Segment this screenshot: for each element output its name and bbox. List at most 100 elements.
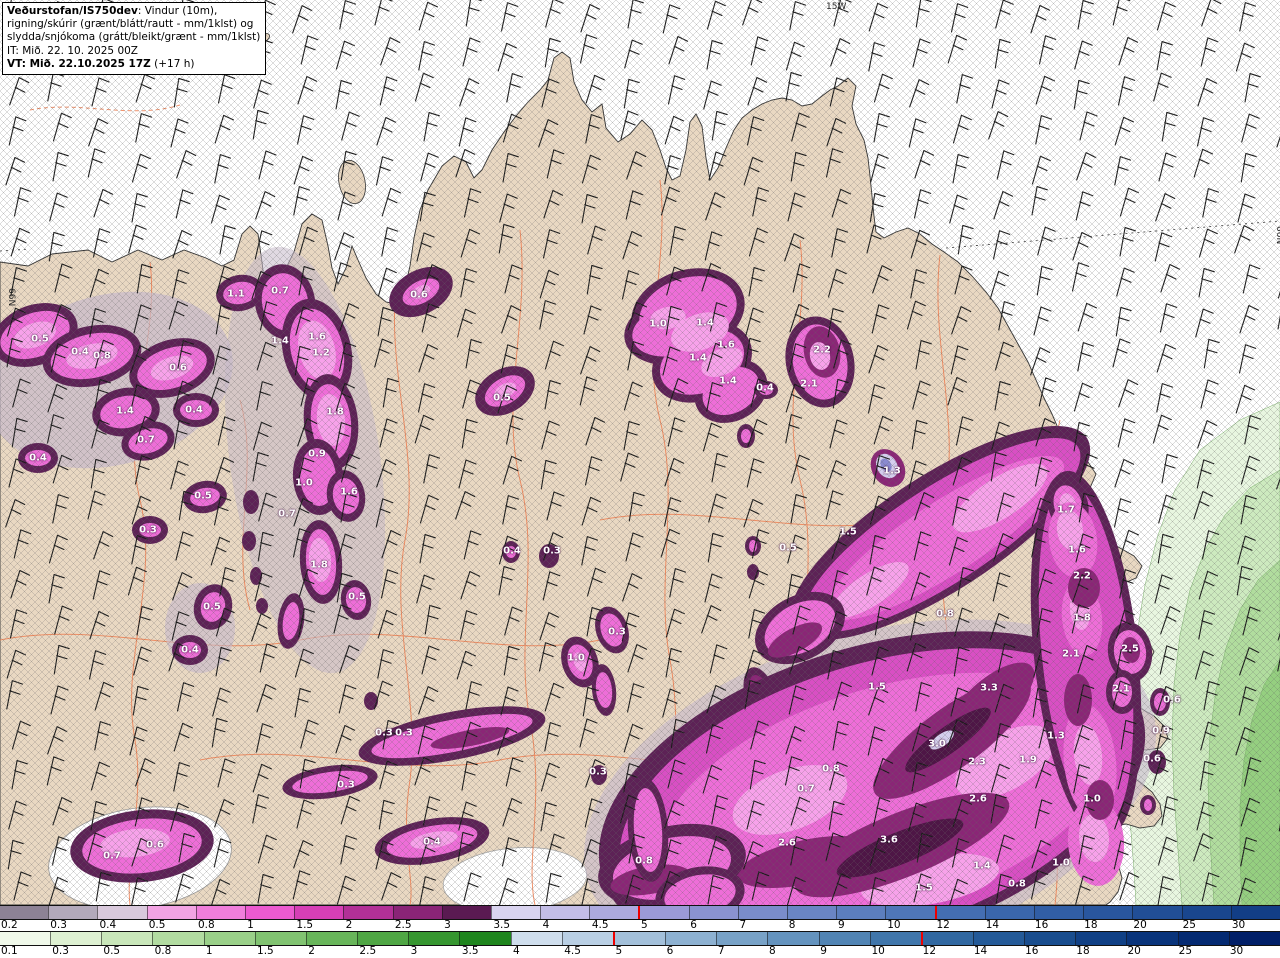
colorbar-tick-label: 12 bbox=[936, 919, 950, 931]
colorbar-cell bbox=[203, 932, 255, 945]
colorbar-cell bbox=[984, 906, 1034, 919]
colorbar-tick-label: 25 bbox=[1178, 945, 1193, 957]
colorbar-cell bbox=[665, 932, 717, 945]
colorbar-tick-label: 0.1 bbox=[1, 945, 18, 957]
legend-line-2: rigning/skúrir (grænt/blátt/rautt - mm/1… bbox=[7, 18, 254, 31]
colorbar-tick-label: 3.5 bbox=[461, 945, 479, 957]
weather-forecast-map-screen: 15W 66N 66N 0.5 0.4 0.8 0.6 1.4 0.7 0.4 0.4 0.5 0… bbox=[0, 0, 1280, 958]
colorbar-cell bbox=[357, 932, 409, 945]
colorbar-cell bbox=[490, 906, 541, 919]
colorbar-tick-label: 10 bbox=[887, 919, 901, 931]
colorbar-tick-label: 8 bbox=[788, 919, 796, 931]
colorbar-cell bbox=[0, 906, 49, 919]
colorbar-cell bbox=[920, 932, 973, 945]
colorbar-cell bbox=[1075, 932, 1127, 945]
colorbar-tick-label: 4.5 bbox=[564, 945, 581, 957]
colorbar-tick-label: 12 bbox=[922, 945, 937, 957]
colorbar-tick-label: 4.5 bbox=[591, 919, 609, 931]
colorbar-tick-label: 1 bbox=[205, 945, 213, 957]
colorbar-tick-label: 1.5 bbox=[257, 945, 274, 957]
colorbar-cell bbox=[101, 932, 153, 945]
colorbar-cell bbox=[294, 906, 344, 919]
colorbar-cell bbox=[1083, 906, 1133, 919]
colorbar-tick-label: 7 bbox=[739, 919, 747, 931]
colorbar-tick-label: 3 bbox=[410, 945, 418, 957]
colorbar-cell bbox=[50, 932, 102, 945]
colorbar-cell bbox=[1033, 906, 1084, 919]
valid-time: VT: Mið. 22.10.2025 17Z bbox=[7, 57, 151, 70]
rain-sleet-colorbar-labels: 0.2 0.3 0.4 0.5 0.8 1 1.5 2 2.5 3 3.5 4 4.5 5 6 7 8 9 10 12… bbox=[0, 920, 1280, 931]
colorbar-tick-label: 0.8 bbox=[154, 945, 172, 957]
colorbar-tick-label: 14 bbox=[985, 919, 1000, 931]
colorbar-cell bbox=[152, 932, 204, 945]
colorbar-tick-label: 9 bbox=[837, 919, 845, 931]
colorbar-tick-label: 20 bbox=[1127, 945, 1141, 957]
colorbar-cell bbox=[787, 906, 837, 919]
colorbar-cell bbox=[195, 906, 245, 919]
colorbar-cell bbox=[1177, 932, 1229, 945]
colorbar-cell bbox=[244, 906, 295, 919]
colorbar-tick-label: 5 bbox=[641, 919, 648, 931]
colorbar-cell bbox=[146, 906, 196, 919]
colorbar-cell bbox=[1181, 906, 1231, 919]
colorbar-cell bbox=[510, 932, 562, 945]
colorbar-tick-label: 30 bbox=[1229, 945, 1244, 957]
colorbar-cell bbox=[441, 906, 491, 919]
legend-line-5: VT: Mið. 22.10.2025 17Z (+17 h) bbox=[7, 57, 195, 70]
colorbar-tick-label: 6 bbox=[690, 919, 697, 931]
colorbar-tick-label: 0.8 bbox=[197, 919, 215, 931]
colorbar-tick-label: 25 bbox=[1182, 919, 1196, 931]
colorbar-cell bbox=[972, 932, 1025, 945]
colorbar-cell bbox=[767, 932, 819, 945]
colorbar-cell bbox=[1024, 932, 1076, 945]
colorbar-cell bbox=[869, 932, 921, 945]
colorbar-cell bbox=[1228, 932, 1280, 945]
colorbar-tick-label: 7 bbox=[717, 945, 725, 957]
colorbar-tick-label: 0.5 bbox=[103, 945, 121, 957]
colorbar-cell bbox=[561, 932, 613, 945]
colorbar-tick-label: 1.5 bbox=[296, 919, 314, 931]
sleet-hatch-overlay bbox=[0, 0, 1280, 905]
colorbar-tick-label: 4 bbox=[542, 919, 550, 931]
colorbar-cell bbox=[716, 932, 768, 945]
colorbar-area: 0.2 0.3 0.4 0.5 0.8 1 1.5 2 2.5 3 3.5 4 4.5 5 6 7 8 9 10 12… bbox=[0, 905, 1280, 958]
colorbar-cell bbox=[818, 932, 870, 945]
colorbar-cell bbox=[638, 906, 689, 919]
colorbar-cell bbox=[688, 906, 738, 919]
colorbar-cell bbox=[343, 906, 393, 919]
colorbar-cell bbox=[612, 932, 666, 945]
colorbar-tick-label: 16 bbox=[1025, 945, 1039, 957]
colorbar-tick-label: 9 bbox=[820, 945, 827, 957]
forecast-map: 15W 66N 66N bbox=[0, 0, 1280, 905]
colorbar-cell bbox=[1132, 906, 1182, 919]
colorbar-tick-label: 0.4 bbox=[99, 919, 117, 931]
colorbar-tick-label: 8 bbox=[769, 945, 776, 957]
colorbar-cell bbox=[459, 932, 511, 945]
colorbar-cell bbox=[934, 906, 985, 919]
snow-colorbar-labels: 0.1 0.3 0.5 0.8 1 1.5 2 2.5 3 3.5 4 4.5 5 6 7 8 9 10 12 14 1… bbox=[0, 946, 1280, 958]
colorbar-tick-label: 3.5 bbox=[493, 919, 511, 931]
colorbar-cell bbox=[589, 906, 639, 919]
colorbar-tick-label: 2.5 bbox=[394, 919, 412, 931]
colorbar-tick-label: 1 bbox=[247, 919, 254, 931]
legend-line-1: Veðurstofan/IS750dev: Vindur (10m), bbox=[7, 5, 218, 17]
rain-sleet-colorbar bbox=[0, 905, 1280, 920]
colorbar-tick-label: 6 bbox=[666, 945, 674, 957]
colorbar-tick-label: 2 bbox=[308, 945, 315, 957]
colorbar-cell bbox=[408, 932, 460, 945]
legend-line-3: slydda/snjókoma (grátt/bleikt/grænt - mm… bbox=[7, 31, 261, 44]
colorbar-cell bbox=[254, 932, 306, 945]
colorbar-tick-label: 14 bbox=[973, 945, 988, 957]
colorbar-cell bbox=[97, 906, 147, 919]
legend-line-4: IT: Mið. 22. 10. 2025 00Z bbox=[7, 44, 138, 57]
colorbar-cell bbox=[1126, 932, 1178, 945]
colorbar-cell bbox=[836, 906, 886, 919]
colorbar-tick-label: 0.3 bbox=[52, 945, 69, 957]
colorbar-tick-label: 30 bbox=[1231, 919, 1246, 931]
colorbar-tick-label: 4 bbox=[513, 945, 520, 957]
colorbar-tick-label: 2.5 bbox=[359, 945, 377, 957]
colorbar-cell bbox=[1230, 906, 1280, 919]
colorbar-tick-label: 0.3 bbox=[50, 919, 67, 931]
colorbar-tick-label: 18 bbox=[1084, 919, 1098, 931]
colorbar-tick-label: 3 bbox=[444, 919, 451, 931]
